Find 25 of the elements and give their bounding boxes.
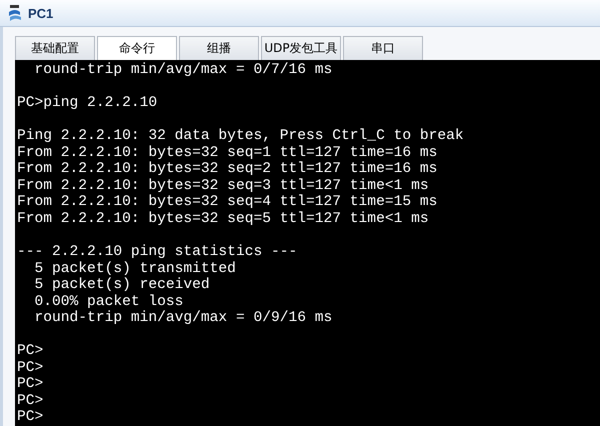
- terminal-line: PC>ping 2.2.2.10: [17, 95, 158, 112]
- tab[interactable]: 基础配置: [15, 36, 95, 60]
- terminal-line: From 2.2.2.10: bytes=32 seq=3 ttl=127 time<1 ms: [17, 178, 429, 194]
- terminal-line: 0.00% packet loss: [34, 294, 184, 310]
- terminal-line: From 2.2.2.10: bytes=32 seq=4 ttl=127 time=15 ms: [17, 194, 438, 211]
- tab[interactable]: UDP发包工具: [261, 36, 341, 60]
- terminal-line: 5 packet(s) transmitted: [34, 260, 236, 277]
- terminal-line: round-trip min/avg/max = 0/7/16 ms: [34, 62, 332, 79]
- window-title: PC1: [28, 6, 54, 20]
- terminal-line: Ping 2.2.2.10: 32 data bytes, Press Ctrl_C to break: [17, 128, 464, 145]
- terminal-line: PC>: [17, 409, 44, 426]
- terminal-line: --- 2.2.2.10 ping statistics ---: [17, 244, 298, 261]
- terminal-line: PC>: [17, 343, 44, 360]
- tab[interactable]: 组播: [179, 36, 259, 60]
- tab[interactable]: 串口: [343, 36, 423, 60]
- terminal-line: 5 packet(s) received: [34, 277, 210, 294]
- terminal-line: PC>: [17, 392, 44, 410]
- tab[interactable]: 命令行: [97, 36, 177, 60]
- terminal-line: PC>: [17, 360, 44, 376]
- terminal-line: From 2.2.2.10: bytes=32 seq=1 ttl=127 time=16 ms: [17, 144, 438, 161]
- terminal-line: From 2.2.2.10: bytes=32 seq=5 ttl=127 time<1 ms: [17, 210, 429, 228]
- terminal-line: PC>: [17, 376, 44, 393]
- terminal-line: round-trip min/avg/max = 0/9/16 ms: [34, 310, 332, 327]
- app-icon: [7, 4, 23, 22]
- terminal-line: From 2.2.2.10: bytes=32 seq=2 ttl=127 time=16 ms: [17, 161, 438, 178]
